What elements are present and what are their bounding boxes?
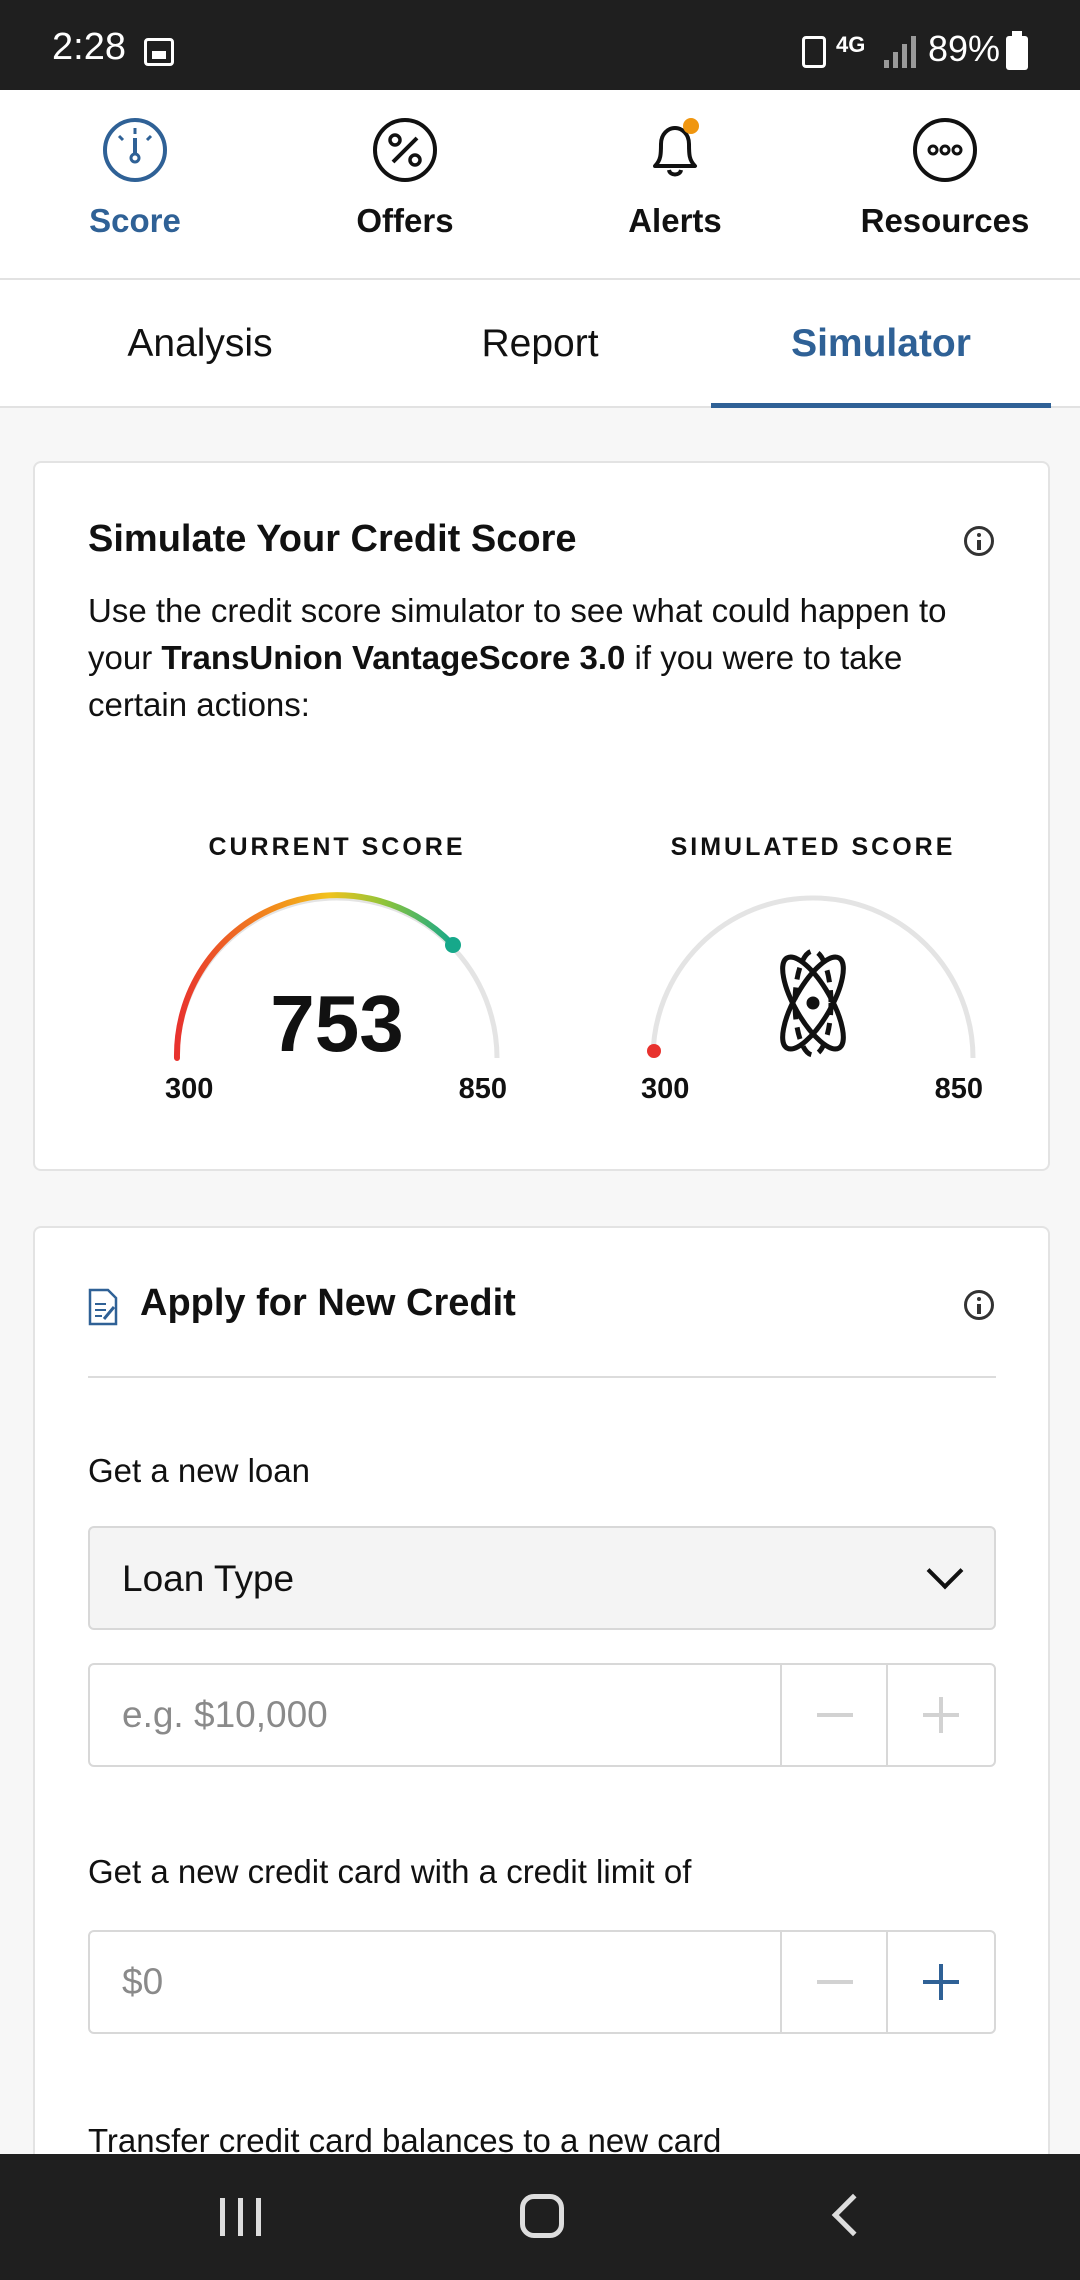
simulated-score-max: 850 [934, 1073, 983, 1105]
system-nav-bar [0, 2154, 1080, 2280]
apply-credit-card: Apply for New Credit Get a new loan Loan… [33, 1226, 1050, 2280]
simulator-description: Use the credit score simulator to see wh… [88, 592, 947, 723]
divider [88, 1376, 996, 1378]
new-loan-label: Get a new loan [88, 1452, 310, 1489]
nav-score[interactable]: Score [0, 90, 270, 278]
loan-type-select[interactable]: Loan Type [88, 1526, 996, 1630]
bell-icon [653, 118, 699, 177]
current-score-gauge: CURRENT SCORE 753 300 850 [127, 833, 547, 1153]
status-time: 2:28 [52, 26, 126, 68]
current-score-min: 300 [165, 1073, 214, 1105]
gallery-icon [144, 38, 174, 66]
info-icon[interactable] [964, 1290, 994, 1320]
tab-analysis[interactable]: Analysis [30, 280, 370, 408]
chevron-down-icon [926, 1552, 964, 1590]
card-limit-input[interactable] [90, 1932, 780, 2032]
tab-simulator[interactable]: Simulator [711, 280, 1051, 408]
simulated-score-arc [647, 895, 976, 1059]
new-card-label: Get a new credit card with a credit limi… [88, 1853, 692, 1890]
current-score-value: 753 [270, 979, 404, 1068]
top-nav: Score Offers Alerts Resources [0, 90, 1080, 280]
card-limit-decrement-button[interactable] [780, 1932, 886, 2032]
tab-report[interactable]: Report [370, 280, 710, 408]
network-type: 4G [836, 32, 866, 57]
card-limit-increment-button[interactable] [886, 1932, 992, 2032]
home-icon[interactable] [520, 2194, 564, 2238]
tab-bar: Analysis Report Simulator [0, 280, 1080, 408]
nav-offers-label: Offers [356, 202, 454, 239]
loan-amount-increment-button[interactable] [886, 1665, 992, 1765]
apply-credit-title: Apply for New Credit [140, 1282, 516, 1324]
loan-amount-decrement-button[interactable] [780, 1665, 886, 1765]
status-bar: 2:28 4G 89% [0, 0, 1080, 90]
simulated-score-gauge: SIMULATED SCORE 300 850 [603, 833, 1023, 1153]
loan-amount-input[interactable] [90, 1665, 780, 1765]
simulator-title: Simulate Your Credit Score [88, 518, 577, 560]
document-edit-icon [88, 1288, 118, 1326]
info-icon[interactable] [964, 526, 994, 556]
recents-icon[interactable] [220, 2198, 262, 2236]
nav-score-label: Score [89, 202, 181, 239]
simulated-score-min: 300 [641, 1073, 690, 1105]
simulator-card: Simulate Your Credit Score Use the credi… [33, 461, 1050, 1171]
card-limit-stepper [88, 1930, 996, 2034]
percent-icon [373, 118, 437, 182]
nav-resources[interactable]: Resources [810, 90, 1080, 278]
signal-icon [884, 36, 918, 68]
atom-icon [780, 948, 846, 1058]
nav-resources-label: Resources [860, 202, 1030, 239]
current-score-max: 850 [458, 1073, 507, 1105]
loan-amount-stepper [88, 1663, 996, 1767]
more-icon [913, 118, 977, 182]
battery-icon [1006, 31, 1028, 70]
nav-alerts[interactable]: Alerts [540, 90, 810, 278]
loan-type-value: Loan Type [122, 1558, 295, 1599]
simulated-score-label: SIMULATED SCORE [670, 833, 956, 861]
battery-percent: 89% [928, 28, 1001, 69]
nav-offers[interactable]: Offers [270, 90, 540, 278]
nav-alerts-label: Alerts [628, 202, 722, 239]
gauge-icon [103, 118, 167, 182]
back-icon[interactable] [831, 2193, 875, 2237]
current-score-label: CURRENT SCORE [208, 833, 466, 861]
sim-icon [802, 36, 826, 68]
